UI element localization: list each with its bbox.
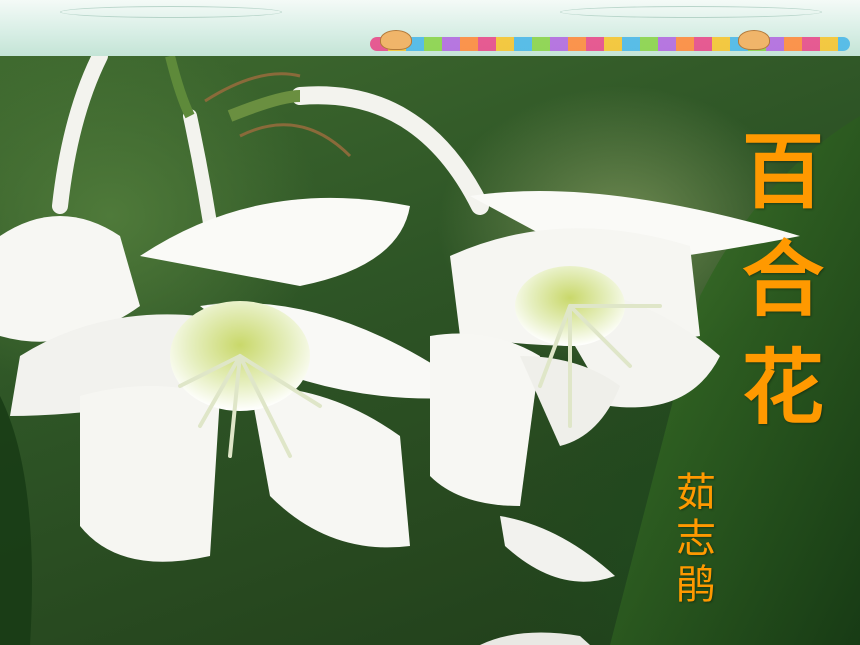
ripple-decoration: [560, 6, 822, 18]
author-char: 鹃: [676, 562, 716, 608]
cartoon-strip-decoration: [370, 37, 850, 51]
lily-photo: [0, 56, 860, 645]
slide-title: 百 合 花: [733, 118, 833, 442]
cartoon-character-icon: [738, 30, 770, 50]
cartoon-character-icon: [380, 30, 412, 50]
fallen-petal-shape: [500, 516, 615, 582]
stem-shape: [291, 86, 489, 215]
stem-shape: [239, 123, 352, 158]
ripple-decoration: [60, 6, 282, 18]
title-char: 百: [741, 124, 824, 220]
author-char: 志: [676, 516, 716, 562]
stem-shape: [52, 56, 108, 214]
author-char: 茹: [676, 470, 716, 516]
slide: 百 合 花 茹 志 鹃: [0, 0, 860, 645]
lily-illustration: [0, 56, 860, 645]
stem-shape: [165, 56, 195, 119]
decorative-banner: [0, 0, 860, 57]
stem-shape: [227, 90, 301, 122]
leaf-shape: [0, 396, 32, 645]
fallen-petal-shape: [480, 632, 590, 645]
title-char: 合: [741, 232, 824, 328]
author-name: 茹 志 鹃: [669, 470, 723, 608]
title-char: 花: [741, 340, 824, 436]
lily-flower-left: [0, 197, 480, 562]
